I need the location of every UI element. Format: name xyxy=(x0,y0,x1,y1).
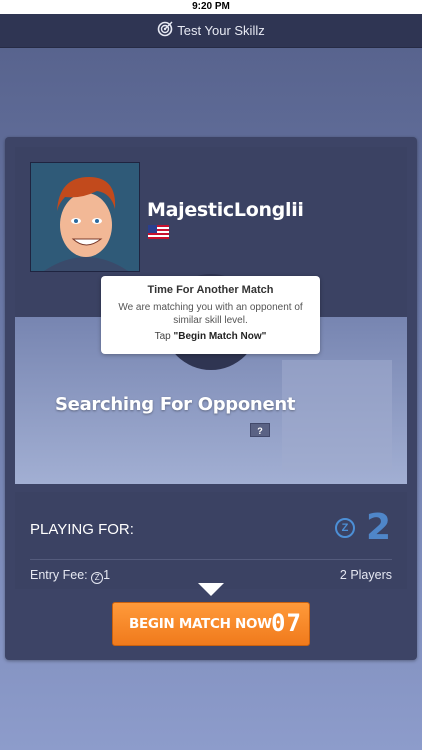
tooltip-title: Time For Another Match xyxy=(147,284,274,296)
playing-for-label: PLAYING FOR: xyxy=(30,521,134,538)
opponent-avatar-placeholder xyxy=(282,360,392,470)
status-bar: 9:20 PM xyxy=(0,0,422,14)
begin-match-label: BEGIN MATCH NOW xyxy=(129,616,272,632)
tooltip-body: We are matching you with an opponent of … xyxy=(118,302,303,326)
entry-fee-label: Entry Fee: xyxy=(30,568,92,582)
begin-match-button[interactable]: BEGIN MATCH NOW 07 xyxy=(112,602,310,646)
nav-bar: Test Your Skillz xyxy=(0,14,422,48)
entry-fee: Entry Fee: Z1 xyxy=(30,568,110,584)
tooltip-tap-prefix: Tap xyxy=(154,331,174,342)
match-card: MajesticLonglii Searching For Opponent ?… xyxy=(5,137,417,660)
prize-panel: PLAYING FOR: Z 2 Entry Fee: Z1 2 Players xyxy=(15,492,407,589)
player-username: MajesticLonglii xyxy=(147,199,304,221)
help-button[interactable]: ? xyxy=(250,423,270,437)
nav-title: Test Your Skillz xyxy=(177,23,265,38)
z-coin-icon: Z xyxy=(335,518,355,538)
status-time: 9:20 PM xyxy=(192,1,230,12)
matchup-panel: MajesticLonglii Searching For Opponent ?… xyxy=(15,147,407,484)
z-coin-small-icon: Z xyxy=(91,572,104,584)
search-status: Searching For Opponent xyxy=(55,394,296,415)
divider xyxy=(30,559,392,560)
countdown-timer: 07 xyxy=(271,609,302,637)
avatar xyxy=(30,162,140,272)
match-tooltip: Time For Another Match We are matching y… xyxy=(101,276,320,354)
entry-fee-value: 1 xyxy=(103,568,111,582)
target-icon xyxy=(157,21,173,40)
player-count: 2 Players xyxy=(339,568,392,582)
us-flag-icon xyxy=(148,225,169,239)
tooltip-tap-action: "Begin Match Now" xyxy=(173,331,267,342)
tooltip-instruction: Tap "Begin Match Now" xyxy=(101,331,320,342)
prize-amount: 2 xyxy=(366,507,392,548)
pointer-arrow-icon xyxy=(198,583,224,596)
